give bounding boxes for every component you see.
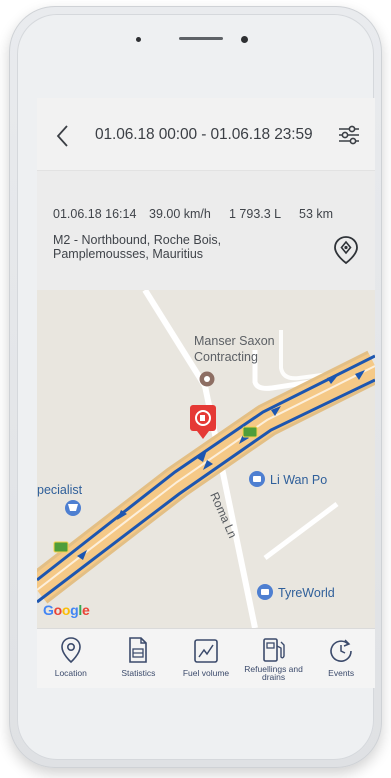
nav-label-refuellings: Refuellings and drains — [244, 664, 303, 682]
location-pin-icon — [60, 637, 81, 664]
trip-distance: 53 km — [299, 207, 334, 221]
trip-info-panel: 01.06.18 16:14 39.00 km/h 1 793.3 L 53 k… — [37, 170, 375, 291]
address-line-1: M2 - Northbound, Roche Bois, — [53, 233, 222, 247]
app-screen: 01.06.18 00:00 - 01.06.18 23:59 01.06.18… — [37, 98, 375, 688]
google-logo: Google — [43, 602, 90, 618]
front-camera — [136, 37, 141, 42]
earpiece-speaker — [179, 37, 223, 40]
poi-label-specialist[interactable]: pecialist — [37, 483, 82, 497]
poi-label-tyreworld[interactable]: TyreWorld — [278, 586, 335, 600]
map-view[interactable]: Manser Saxon Contracting pecialist Li Wa… — [37, 290, 375, 628]
address-line-2: Pamplemousses, Mauritius — [53, 247, 204, 261]
header-bar: 01.06.18 00:00 - 01.06.18 23:59 — [37, 98, 375, 170]
proximity-sensor — [241, 36, 248, 43]
nav-label-fuel-volume: Fuel volume — [182, 668, 230, 678]
nav-label-location: Location — [54, 668, 87, 678]
sliders-icon[interactable] — [337, 123, 361, 147]
trip-fuel: 1 793.3 L — [229, 207, 282, 221]
period-range[interactable]: 01.06.18 00:00 - 01.06.18 23:59 — [95, 126, 313, 144]
location-target-icon[interactable] — [331, 235, 361, 265]
chart-line-icon — [194, 639, 218, 663]
chevron-left-icon[interactable] — [55, 124, 69, 148]
document-stats-icon — [129, 637, 148, 663]
nav-label-statistics: Statistics — [121, 668, 156, 678]
nav-item-statistics[interactable]: Statistics — [105, 629, 173, 688]
trip-speed: 39.00 km/h — [149, 207, 211, 221]
fuel-pump-icon — [262, 638, 285, 662]
bottom-nav: Location Statistics Fuel volume Refuelli… — [37, 628, 375, 688]
nav-item-fuel-volume[interactable]: Fuel volume — [172, 629, 240, 688]
trip-stats-row: 01.06.18 16:14 39.00 km/h 1 793.3 L 53 k… — [53, 207, 369, 221]
nav-item-location[interactable]: Location — [37, 629, 105, 688]
poi-label-liwanpo[interactable]: Li Wan Po — [270, 473, 327, 487]
nav-label-events: Events — [328, 668, 355, 678]
nav-item-events[interactable]: Events — [307, 629, 375, 688]
nav-item-refuellings[interactable]: Refuellings and drains — [240, 629, 308, 688]
trip-datetime: 01.06.18 16:14 — [53, 207, 137, 221]
clock-refresh-icon — [330, 639, 352, 662]
poi-label-manser[interactable]: Manser Saxon — [194, 334, 275, 348]
poi-label-manser-2[interactable]: Contracting — [194, 350, 258, 364]
trip-address: M2 - Northbound, Roche Bois, Pamplemouss… — [53, 233, 303, 261]
